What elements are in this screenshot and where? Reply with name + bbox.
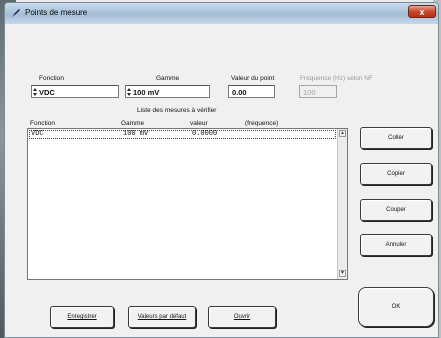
couper-label: Couper [386,207,406,213]
column-header-gamme: Gamme [121,120,145,127]
frequence-input: 100 [299,85,337,98]
scroll-up-icon[interactable]: ▲ [339,130,346,137]
ouvrir-label: Ouvrir [233,314,251,320]
row-gamme: 100 mV [123,130,149,138]
enregistrer-button[interactable]: Enregistrer [50,306,114,328]
copier-button[interactable]: Copier [360,163,432,185]
fonction-value: VDC [39,88,55,97]
column-header-valeur: valeur [190,120,208,127]
spin-arrows-icon [33,88,37,96]
window-title: Points de mesure [25,8,88,17]
measures-list[interactable]: VDC 100 mV 0.0000 ▲ ▼ [27,128,348,280]
valeurs-par-defaut-button[interactable]: Valeurs par défaut [128,306,196,328]
couper-button[interactable]: Couper [360,199,432,221]
frequence-label: Frequence (Hz) selon NF [300,75,373,82]
gamme-value: 100 mV [133,88,160,97]
ok-label: OK [391,304,401,310]
copier-label: Copier [387,171,405,177]
row-valeur: 0.0000 [192,130,218,138]
gamme-combo[interactable]: 100 mV [125,85,210,98]
coller-label: Coller [388,135,404,141]
annuler-button[interactable]: Annuler [360,234,432,256]
column-header-frequence: (frequence) [245,120,279,127]
annuler-label: Annuler [385,242,407,248]
valeur-label: Valeur du point [231,75,275,82]
ouvrir-button[interactable]: Ouvrir [208,306,276,328]
scroll-down-icon[interactable]: ▼ [339,270,346,277]
fonction-combo[interactable]: VDC [31,85,119,98]
column-header-fonction: Fonction [30,120,55,127]
list-row[interactable]: VDC 100 mV 0.0000 [29,130,336,139]
gamme-label: Gamme [156,75,180,82]
spin-arrows-icon [127,88,131,96]
valeur-value: 0.00 [232,88,247,97]
valeur-input[interactable]: 0.00 [228,85,275,98]
close-icon: x [419,7,425,17]
frequence-value: 100 [303,88,316,97]
vertical-scrollbar[interactable]: ▲ ▼ [337,129,347,279]
points-de-mesure-dialog: Points de mesure x Fonction VDC Gamme 10… [4,2,439,338]
list-caption: Liste des mesures à vérifier [137,107,217,114]
ok-button[interactable]: OK [358,287,434,327]
close-button[interactable]: x [408,5,436,18]
title-bar[interactable]: Points de mesure x [5,3,438,24]
fonction-label: Fonction [39,75,64,82]
row-fonction: VDC [31,130,44,138]
pen-icon [12,9,20,17]
enregistrer-label: Enregistrer [67,314,97,320]
valeurs-par-defaut-label: Valeurs par défaut [137,314,187,320]
coller-button[interactable]: Coller [360,127,432,149]
